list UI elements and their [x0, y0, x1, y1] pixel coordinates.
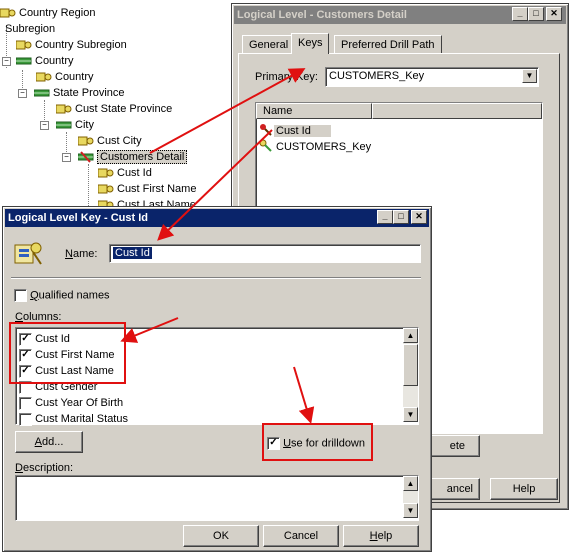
annotation-arrows [120, 68, 315, 424]
arrow-to-columns [120, 317, 179, 343]
arrow-to-primary-key [149, 68, 306, 154]
arrow-to-name-field [157, 129, 273, 241]
tab-keys[interactable]: Keys [291, 33, 330, 54]
arrow-to-drilldown [293, 366, 315, 424]
